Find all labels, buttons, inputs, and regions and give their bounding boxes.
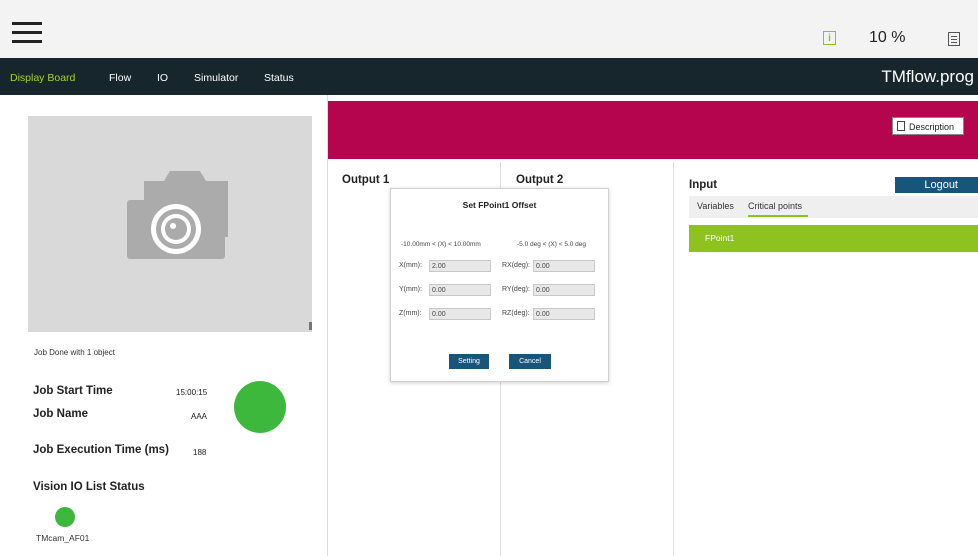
nav-item-status[interactable]: Status [264, 72, 294, 84]
active-tab-indicator [748, 215, 808, 217]
vision-io-indicator [55, 507, 75, 527]
input-title: Input [689, 179, 718, 191]
nav-item-io[interactable]: IO [157, 72, 168, 84]
job-start-time-label: Job Start Time [33, 385, 113, 397]
header-banner [328, 101, 978, 159]
rz-label: RZ(deg): [502, 310, 530, 317]
dialog-title: Set FPoint1 Offset [462, 200, 537, 210]
job-name-value: AAA [191, 412, 208, 421]
camera-icon [127, 171, 228, 259]
top-bar: i 10 % [0, 0, 978, 59]
nav-item-flow[interactable]: Flow [109, 72, 131, 84]
left-panel: Job Done with 1 object Job Start Time 15… [0, 95, 328, 556]
z-input[interactable]: 0.00 [429, 308, 491, 320]
info-icon[interactable]: i [823, 31, 836, 45]
rx-label: RX(deg): [502, 262, 531, 269]
ry-input[interactable]: 0.00 [533, 284, 595, 296]
vision-io-label: Vision IO List Status [33, 481, 145, 493]
tab-critical-points[interactable]: Critical points [748, 201, 808, 211]
offset-dialog: Set FPoint1 Offset -10.00mm < (X) < 10.0… [390, 188, 609, 382]
y-input[interactable]: 0.00 [429, 284, 491, 296]
description-button[interactable]: Description [892, 117, 964, 135]
exec-time-label: Job Execution Time (ms) [33, 444, 169, 456]
program-name: TMflow.prog [881, 67, 974, 86]
menu-icon[interactable] [12, 22, 42, 44]
job-done-text: Job Done with 1 object [34, 348, 115, 357]
y-label: Y(mm): [399, 286, 422, 293]
description-label: Description [909, 122, 955, 132]
ry-label: RY(deg): [502, 286, 530, 293]
nav-item-display-board[interactable]: Display Board [10, 72, 75, 84]
range-hint-rotation: -5.0 deg < (X) < 5.0 deg [517, 241, 587, 248]
x-label: X(mm): [399, 262, 422, 269]
notes-icon[interactable] [948, 32, 960, 46]
nav-bar: Display Board Flow IO Simulator Status T… [0, 58, 978, 95]
job-status-indicator [234, 381, 286, 433]
exec-time-value: 188 [193, 448, 207, 457]
nav-item-simulator[interactable]: Simulator [194, 72, 238, 84]
logout-button[interactable]: Logout [895, 177, 978, 193]
setting-button[interactable]: Setting [449, 354, 489, 369]
rz-input[interactable]: 0.00 [533, 308, 595, 320]
camera-name: TMcam_AF01 [36, 533, 90, 543]
x-input[interactable]: 2.00 [429, 260, 491, 272]
camera-preview [28, 116, 312, 332]
speed-indicator[interactable]: 10 % [869, 29, 905, 47]
column-divider [673, 162, 674, 556]
cancel-button[interactable]: Cancel [509, 354, 551, 369]
tab-variables[interactable]: Variables [697, 201, 734, 211]
output2-title: Output 2 [516, 174, 564, 186]
list-item-fpoint1[interactable]: FPoint1 [689, 225, 978, 252]
document-icon [897, 121, 905, 131]
job-start-time-value: 15:00:15 [176, 388, 208, 397]
job-name-label: Job Name [33, 408, 88, 420]
scroll-marker [309, 322, 312, 330]
z-label: Z(mm): [399, 310, 422, 317]
range-hint-position: -10.00mm < (X) < 10.00mm [401, 241, 481, 248]
output1-title: Output 1 [342, 174, 390, 186]
rx-input[interactable]: 0.00 [533, 260, 595, 272]
